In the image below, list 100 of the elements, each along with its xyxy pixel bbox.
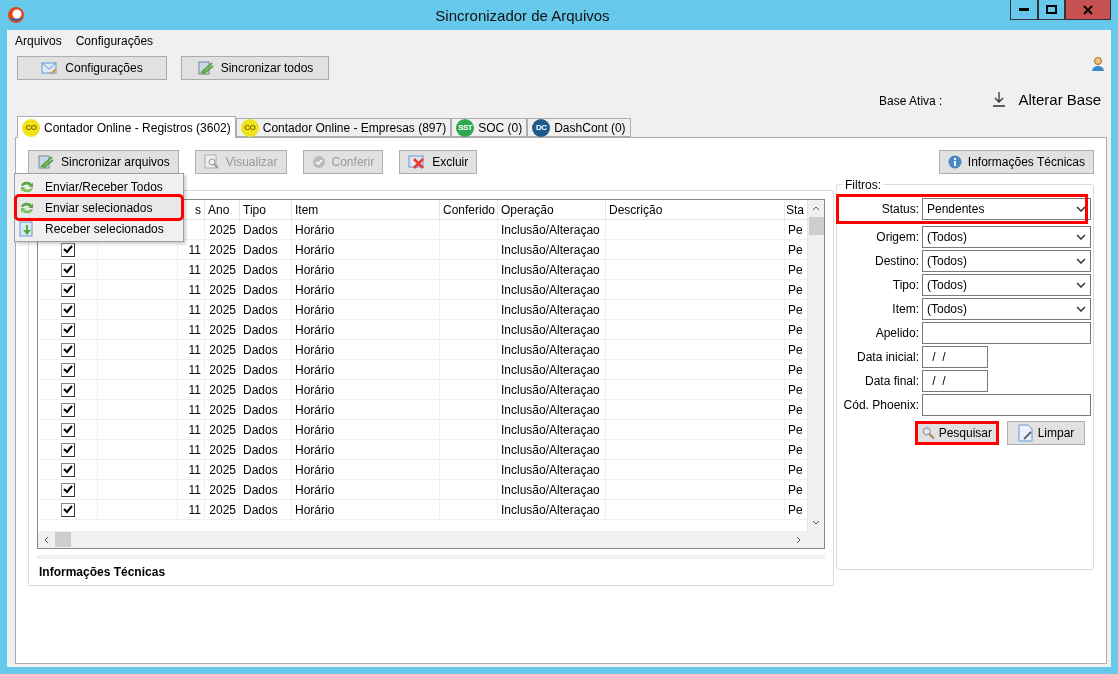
- table-cell: 2025: [205, 260, 240, 279]
- checkbox[interactable]: [60, 462, 75, 477]
- table-cell: 2025: [205, 240, 240, 259]
- column-header[interactable]: Ano: [205, 200, 240, 219]
- toolbar-button[interactable]: Excluir: [399, 150, 478, 174]
- table-cell: Dados: [240, 280, 292, 299]
- table-cell: Dados: [240, 420, 292, 439]
- select-field[interactable]: Pendentes: [922, 198, 1091, 220]
- table-cell: Dados: [240, 400, 292, 419]
- checkbox[interactable]: [60, 502, 75, 517]
- table-cell: 11: [178, 280, 205, 299]
- chevron-down-icon: [1076, 234, 1086, 240]
- column-header[interactable]: s: [178, 200, 205, 219]
- files-icon: [37, 154, 55, 170]
- checkbox[interactable]: [60, 382, 75, 397]
- table-cell: Dados: [240, 360, 292, 379]
- group-title: Filtros:: [843, 178, 883, 192]
- field-label: Data inicial:: [855, 350, 919, 364]
- table-cell: Horário: [292, 440, 440, 459]
- tab[interactable]: CO Contador Online - Registros (3602): [17, 116, 236, 138]
- input-field[interactable]: [922, 394, 1091, 416]
- table-cell: Horário: [292, 220, 440, 239]
- column-header[interactable]: Item: [292, 200, 440, 219]
- tab[interactable]: DC DashCont (0): [527, 118, 631, 137]
- table-cell: 2025: [205, 320, 240, 339]
- table-cell: Inclusão/Alteraçao: [498, 460, 606, 479]
- sync-icon: [19, 200, 35, 215]
- checkbox[interactable]: [60, 442, 75, 457]
- select-field[interactable]: (Todos): [922, 226, 1091, 248]
- field-label: Item:: [891, 302, 919, 316]
- field-label: Cód. Phoenix:: [842, 398, 919, 412]
- table-cell: Inclusão/Alteraçao: [498, 360, 606, 379]
- filter-button[interactable]: Pesquisar: [915, 421, 999, 445]
- badge-icon: SST: [456, 118, 475, 137]
- horizontal-scrollbar[interactable]: [38, 531, 807, 548]
- tab[interactable]: SST SOC (0): [451, 118, 528, 137]
- date-field[interactable]: / /: [922, 370, 988, 392]
- toolbar-button[interactable]: Sincronizar todos: [181, 56, 329, 80]
- user-icon[interactable]: [1091, 56, 1105, 72]
- menu-item[interactable]: Enviar selecionados: [17, 197, 181, 218]
- checkbox[interactable]: [60, 262, 75, 277]
- chevron-down-icon: [1076, 282, 1086, 288]
- input-field[interactable]: [922, 322, 1091, 344]
- table-cell: Inclusão/Alteraçao: [498, 440, 606, 459]
- checkbox[interactable]: [60, 402, 75, 417]
- field-label: Data final:: [863, 374, 919, 388]
- minimize-icon: [1019, 8, 1029, 11]
- date-field[interactable]: / /: [922, 346, 988, 368]
- checkbox[interactable]: [60, 322, 75, 337]
- table-cell: Horário: [292, 340, 440, 359]
- table-cell: 2025: [205, 280, 240, 299]
- table-cell: 11: [178, 400, 205, 419]
- menu-item[interactable]: Configurações: [75, 34, 154, 48]
- tab[interactable]: CO Contador Online - Empresas (897): [235, 118, 452, 137]
- toolbar-button[interactable]: Configurações: [17, 56, 167, 80]
- eraser-icon: [1017, 424, 1034, 442]
- checkbox[interactable]: [60, 422, 75, 437]
- toolbar-button[interactable]: Sincronizar arquivos: [28, 150, 179, 174]
- minimize-button[interactable]: [1010, 0, 1038, 20]
- select-field[interactable]: (Todos): [922, 298, 1091, 320]
- column-header[interactable]: Tipo: [240, 200, 292, 219]
- menu-item[interactable]: Enviar/Receber Todos: [17, 176, 181, 197]
- select-field[interactable]: (Todos): [922, 250, 1091, 272]
- checkbox[interactable]: [60, 282, 75, 297]
- vertical-scrollbar[interactable]: [807, 200, 824, 531]
- preview-icon: [203, 154, 220, 170]
- table-cell: 11: [178, 320, 205, 339]
- table-cell: Horário: [292, 240, 440, 259]
- table-cell: 2025: [205, 360, 240, 379]
- column-header[interactable]: Descrição: [606, 200, 785, 219]
- table-cell: Inclusão/Alteraçao: [498, 380, 606, 399]
- scroll-thumb[interactable]: [55, 532, 71, 547]
- table-cell: 2025: [205, 340, 240, 359]
- checkbox[interactable]: [60, 242, 75, 257]
- field-label: Destino:: [873, 254, 919, 268]
- checkbox[interactable]: [60, 482, 75, 497]
- download-icon: [992, 91, 1007, 107]
- table-cell: Dados: [240, 480, 292, 499]
- table-cell: 11: [178, 460, 205, 479]
- menu-item[interactable]: Arquivos: [15, 34, 62, 48]
- info-button[interactable]: Informações Técnicas: [938, 150, 1094, 174]
- checkbox[interactable]: [60, 342, 75, 357]
- column-header[interactable]: Conferido: [440, 200, 498, 219]
- checkbox[interactable]: [60, 362, 75, 377]
- table-cell: 2025: [205, 480, 240, 499]
- table-cell: Horário: [292, 360, 440, 379]
- app-logo-icon: [7, 6, 25, 24]
- table-cell: Horário: [292, 420, 440, 439]
- menu-item[interactable]: Receber selecionados: [17, 218, 181, 239]
- filter-button[interactable]: Limpar: [1007, 421, 1085, 445]
- table-cell: 11: [178, 420, 205, 439]
- table-cell: Dados: [240, 460, 292, 479]
- checkbox[interactable]: [60, 302, 75, 317]
- change-base-button[interactable]: Alterar Base: [992, 90, 1101, 108]
- table-cell: Inclusão/Alteraçao: [498, 320, 606, 339]
- select-field[interactable]: (Todos): [922, 274, 1091, 296]
- close-button[interactable]: [1065, 0, 1111, 20]
- scroll-thumb[interactable]: [808, 217, 824, 235]
- column-header[interactable]: Operação: [498, 200, 606, 219]
- table-cell: Inclusão/Alteraçao: [498, 340, 606, 359]
